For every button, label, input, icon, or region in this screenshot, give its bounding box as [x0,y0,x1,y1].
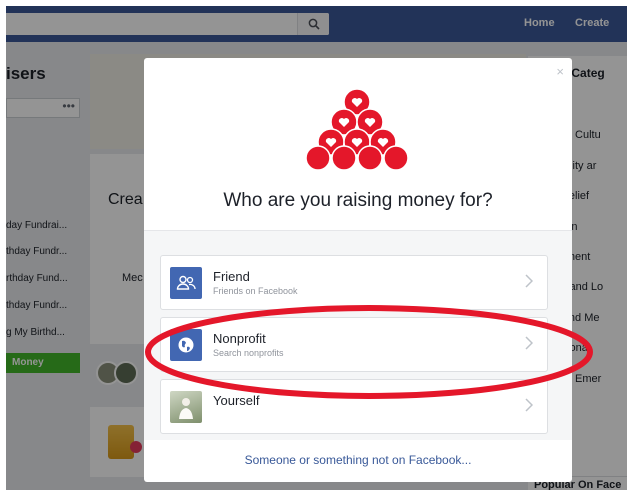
option-label: Friend [213,269,250,284]
friends-icon [170,267,202,299]
other-recipient-link[interactable]: Someone or something not on Facebook... [144,453,572,467]
highlight-ellipse-annotation [145,305,593,399]
close-icon[interactable]: × [556,64,564,79]
hearts-illustration [305,88,409,171]
fundraiser-type-dialog: × Who are you raising money for? Friend … [144,58,572,482]
option-description: Friends on Facebook [213,286,298,296]
dialog-title: Who are you raising money for? [223,190,493,211]
screenshot-frame: Home Create isers ••• day Fundrai... thd… [6,6,627,490]
chevron-right-icon [525,274,533,288]
